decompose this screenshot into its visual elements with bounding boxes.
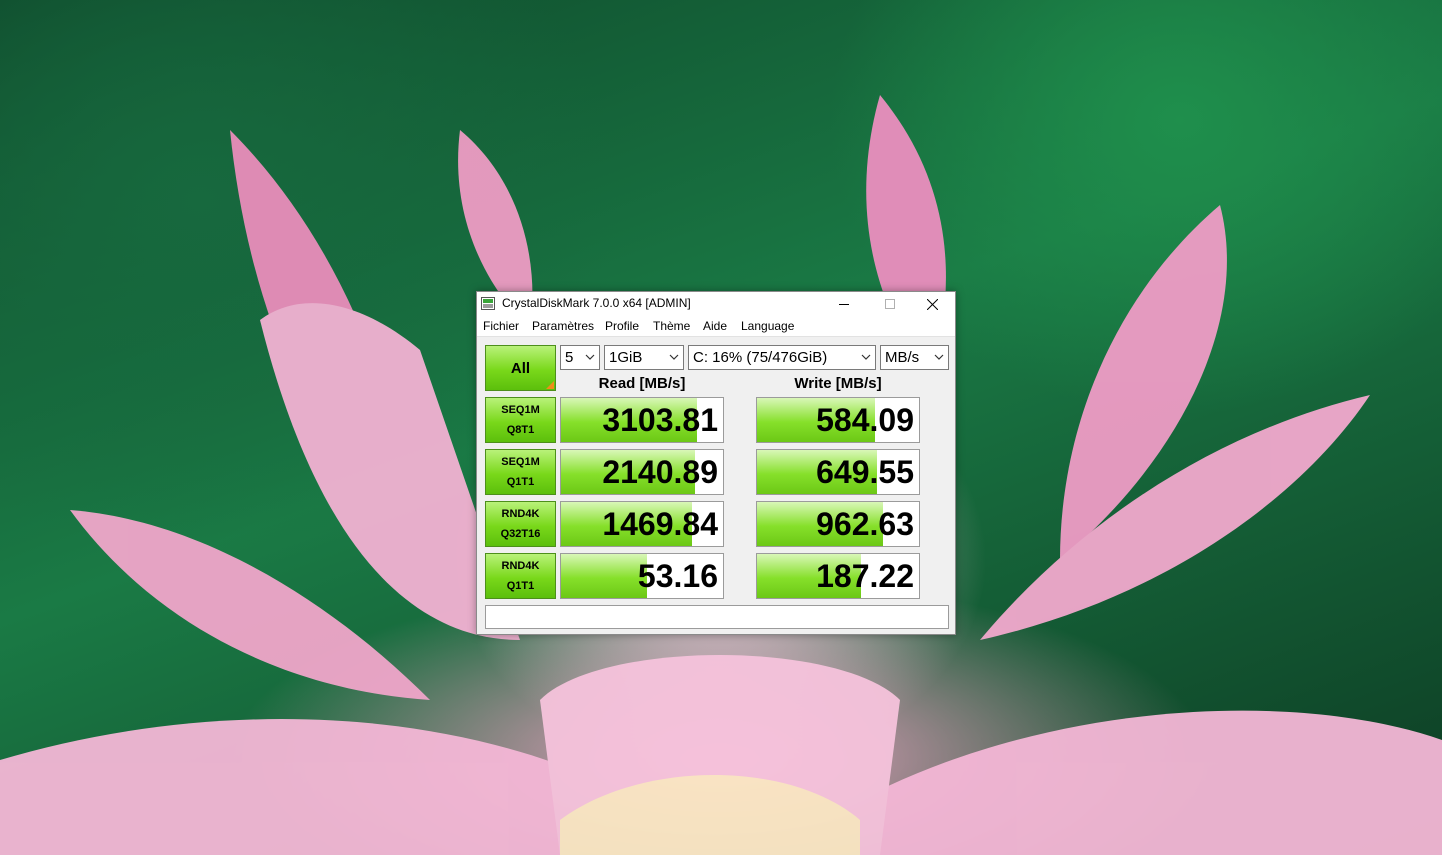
write-column-header: Write [MB/s] — [794, 375, 882, 392]
maximize-button[interactable] — [867, 292, 913, 316]
minimize-button[interactable] — [821, 292, 867, 316]
unit-select[interactable]: MB/s — [880, 345, 949, 370]
read-value: 53.16 — [637, 558, 718, 594]
menu-bar: Fichier Paramètres Profile Thème Aide La… — [477, 316, 955, 337]
test-button-rnd4k-q32t16[interactable]: RND4K Q32T16 — [485, 501, 556, 547]
write-result-cell: 649.55 — [756, 449, 920, 495]
test-size-select[interactable]: 1GiB — [604, 345, 684, 370]
comment-field[interactable] — [485, 605, 949, 629]
read-value: 2140.89 — [602, 454, 718, 490]
all-button-label: All — [510, 359, 531, 377]
test-params: Q32T16 — [500, 528, 541, 540]
app-icon — [481, 297, 495, 310]
minimize-icon — [839, 304, 849, 305]
read-value: 1469.84 — [602, 506, 718, 542]
write-result-cell: 962.63 — [756, 501, 920, 547]
menu-parametres[interactable]: Paramètres — [532, 319, 594, 333]
menu-aide[interactable]: Aide — [703, 319, 727, 333]
all-tests-button[interactable]: All — [485, 345, 556, 391]
read-value: 3103.81 — [602, 402, 718, 438]
corner-marker-icon — [546, 381, 554, 389]
read-result-cell: 53.16 — [560, 553, 724, 599]
menu-fichier[interactable]: Fichier — [483, 319, 519, 333]
write-value: 187.22 — [816, 558, 914, 594]
test-size-value: 1GiB — [609, 349, 643, 366]
test-params: Q8T1 — [506, 424, 535, 436]
menu-theme[interactable]: Thème — [653, 319, 690, 333]
read-result-cell: 1469.84 — [560, 501, 724, 547]
chevron-down-icon — [669, 354, 679, 360]
write-result-cell: 584.09 — [756, 397, 920, 443]
test-button-seq1m-q1t1[interactable]: SEQ1M Q1T1 — [485, 449, 556, 495]
test-name: RND4K — [501, 508, 540, 520]
drive-select[interactable]: C: 16% (75/476GiB) — [688, 345, 876, 370]
chevron-down-icon — [934, 354, 944, 360]
crystaldiskmark-window: CrystalDiskMark 7.0.0 x64 [ADMIN] Fichie… — [476, 291, 956, 635]
chevron-down-icon — [585, 354, 595, 360]
close-button[interactable] — [909, 292, 955, 316]
title-bar[interactable]: CrystalDiskMark 7.0.0 x64 [ADMIN] — [477, 292, 955, 316]
drive-value: C: 16% (75/476GiB) — [693, 349, 828, 366]
read-level-bar — [561, 554, 647, 598]
test-button-rnd4k-q1t1[interactable]: RND4K Q1T1 — [485, 553, 556, 599]
close-icon — [926, 298, 938, 310]
test-count-value: 5 — [565, 349, 574, 366]
unit-value: MB/s — [885, 349, 920, 366]
write-value: 584.09 — [816, 402, 914, 438]
write-value: 962.63 — [816, 506, 914, 542]
test-name: SEQ1M — [501, 456, 540, 468]
menu-language[interactable]: Language — [741, 319, 794, 333]
maximize-icon — [885, 299, 895, 309]
test-params: Q1T1 — [506, 580, 535, 592]
test-name: RND4K — [501, 560, 540, 572]
test-params: Q1T1 — [506, 476, 535, 488]
window-title: CrystalDiskMark 7.0.0 x64 [ADMIN] — [502, 296, 691, 310]
read-result-cell: 2140.89 — [560, 449, 724, 495]
read-result-cell: 3103.81 — [560, 397, 724, 443]
read-column-header: Read [MB/s] — [598, 375, 686, 392]
test-button-seq1m-q8t1[interactable]: SEQ1M Q8T1 — [485, 397, 556, 443]
menu-profile[interactable]: Profile — [605, 319, 639, 333]
chevron-down-icon — [861, 354, 871, 360]
test-name: SEQ1M — [501, 404, 540, 416]
write-result-cell: 187.22 — [756, 553, 920, 599]
test-count-select[interactable]: 5 — [560, 345, 600, 370]
write-value: 649.55 — [816, 454, 914, 490]
